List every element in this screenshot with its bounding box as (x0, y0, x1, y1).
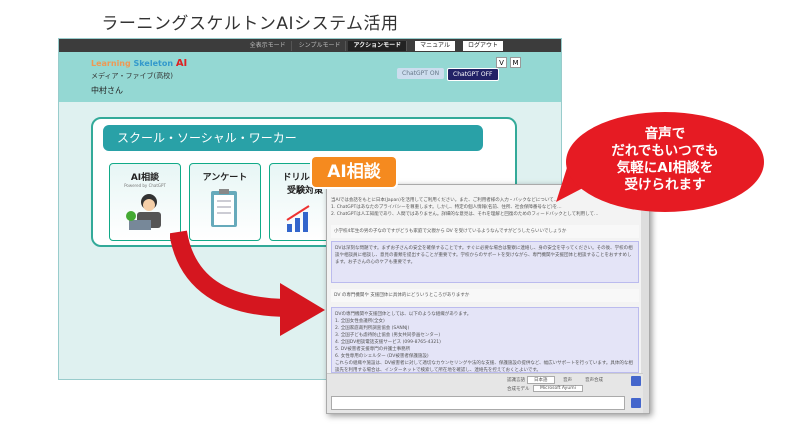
notice-2: 1. ChatGPTはあなたのプライバシーを尊重します。しかし、特定の個人情報(… (331, 205, 562, 210)
ai-message: DVの専門機関や支援団体としては、以下のような組織があります。 1. 全国女性会… (331, 307, 639, 373)
notice-1: 当AIでは会話をもとに日本(Japan)を活用してご利用ください。また、ご利用者… (331, 198, 559, 203)
action-mode-button[interactable]: アクションモード (348, 40, 408, 51)
v-button[interactable]: V (496, 57, 507, 68)
chatgpt-on-button[interactable]: ChatGPT ON (397, 68, 445, 79)
ai-message: DVは深刻な問題です。まずお子さんの安全を確保することです。すぐに必要な場合は警… (331, 241, 639, 283)
manual-button[interactable]: マニュアル (415, 40, 455, 51)
page-title: ラーニングスケルトンAIシステム活用 (101, 14, 399, 34)
opt-synthesis[interactable]: 音声合成 (585, 377, 603, 383)
user-name: 中村さん (91, 86, 123, 95)
person-laptop-icon (119, 192, 171, 232)
lang-select[interactable]: 日本語 (527, 376, 555, 384)
lang-label: 認識言語 (507, 378, 525, 383)
user-message: DV の専門機関や 支援団体に具体的にどういうところがありますか (331, 289, 639, 302)
red-curved-arrow (169, 228, 330, 342)
model-label: 合成モデル (507, 387, 530, 392)
notice-3: 2. ChatGPTは人工知能であり、人間ではありません。詳細的な意見は、それを… (331, 212, 599, 217)
mode-toolbar: 全表示モード シンプルモード アクションモード マニュアル ログアウト (59, 39, 561, 52)
speech-bubble: 音声で だれでもいつでも 気軽にAI相談を 受けられます (566, 112, 764, 212)
org-name: メディア・ファイブ(高校) (91, 72, 173, 80)
logo: Learning Skeleton AI (91, 58, 188, 69)
clipboard-icon (199, 187, 251, 227)
mic-button[interactable] (631, 376, 641, 386)
model-select[interactable]: Microsoft Ayumi (533, 385, 583, 392)
user-message: 小学校4年生の男の子なのですがどうも家庭で父親から DV を受けているようなんで… (331, 225, 639, 238)
card-title: スクール・ソーシャル・ワーカー (103, 125, 483, 151)
ai-consult-tag: AI相談 (312, 157, 396, 187)
m-button[interactable]: M (510, 57, 521, 68)
simple-mode-button[interactable]: シンプルモード (294, 40, 347, 51)
send-button[interactable] (631, 398, 641, 408)
all-mode-button[interactable]: 全表示モード (245, 40, 292, 51)
app-header: Learning Skeleton AI メディア・ファイブ(高校) 中村さん … (59, 52, 561, 102)
logout-button[interactable]: ログアウト (462, 40, 503, 51)
chatgpt-off-button[interactable]: ChatGPT OFF (447, 68, 499, 81)
ai-chat-window: Mr 当AIでは会話をもとに日本(Japan)を活用してご利用ください。また、ご… (326, 184, 650, 414)
chat-input[interactable] (331, 396, 625, 410)
chat-footer: 認識言語 日本語 音声 音声合成 合成モデル Microsoft Ayumi (327, 373, 643, 413)
opt-voice[interactable]: 音声 (563, 377, 572, 383)
